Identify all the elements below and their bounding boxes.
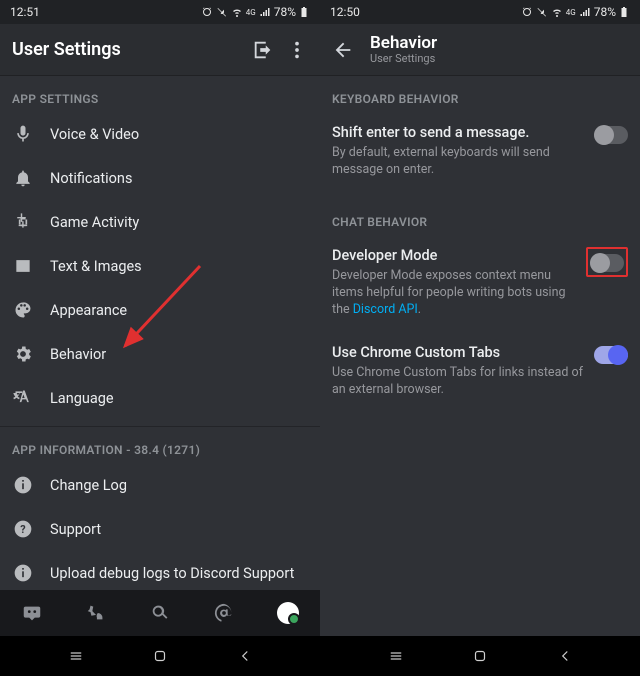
search-icon[interactable] <box>149 602 171 624</box>
toggle-shift-enter[interactable] <box>594 126 628 144</box>
row-label: Voice & Video <box>50 126 139 143</box>
toggle-developer-mode[interactable] <box>590 254 624 272</box>
gear-icon <box>12 343 34 365</box>
recents-button[interactable] <box>67 647 85 665</box>
discord-api-link[interactable]: Discord API <box>353 302 418 317</box>
section-header-chat: CHAT BEHAVIOR <box>320 193 640 235</box>
row-label: Notifications <box>50 170 132 187</box>
row-support[interactable]: ? Support <box>0 507 320 551</box>
bottom-nav <box>0 590 320 636</box>
home-button[interactable] <box>151 647 169 665</box>
section-header-keyboard: KEYBOARD BEHAVIOR <box>320 76 640 112</box>
page-subtitle: User Settings <box>370 52 628 65</box>
wifi-icon <box>231 6 243 18</box>
row-label: Language <box>50 390 114 407</box>
row-voice-video[interactable]: Voice & Video <box>0 112 320 156</box>
status-bar: 12:51 4G 78% <box>0 0 320 24</box>
battery-text: 78% <box>274 5 296 19</box>
alarm-icon <box>521 6 533 18</box>
mentions-icon[interactable] <box>213 602 235 624</box>
status-time: 12:50 <box>330 5 360 19</box>
battery-icon <box>298 6 310 18</box>
battery-indicator: 78% <box>594 5 630 19</box>
setting-desc: Use Chrome Custom Tabs for links instead… <box>332 365 584 399</box>
row-changelog[interactable]: Change Log <box>0 463 320 507</box>
friends-icon[interactable] <box>85 602 107 624</box>
back-button[interactable] <box>556 647 574 665</box>
network-label: 4G <box>566 8 576 17</box>
mute-icon <box>216 6 228 18</box>
gamepad-icon <box>12 211 34 233</box>
back-arrow-icon[interactable] <box>332 39 354 61</box>
status-bar: 12:50 4G 78% <box>320 0 640 24</box>
discord-icon[interactable] <box>21 602 43 624</box>
setting-developer-mode[interactable]: Developer Mode Developer Mode exposes co… <box>320 235 640 333</box>
bell-icon <box>12 167 34 189</box>
system-nav <box>320 636 640 676</box>
status-icons: 4G 78% <box>201 5 310 19</box>
info-icon <box>12 474 34 496</box>
setting-desc: By default, external keyboards will send… <box>332 145 584 179</box>
network-label: 4G <box>246 8 256 17</box>
setting-desc: Developer Mode exposes context menu item… <box>332 268 576 319</box>
status-time: 12:51 <box>10 5 40 19</box>
setting-title: Use Chrome Custom Tabs <box>332 344 584 361</box>
toggle-chrome-tabs[interactable] <box>594 346 628 364</box>
row-label: Change Log <box>50 477 127 494</box>
back-button[interactable] <box>236 647 254 665</box>
titlebar: Behavior User Settings <box>320 24 640 76</box>
alarm-icon <box>201 6 213 18</box>
setting-chrome-tabs[interactable]: Use Chrome Custom Tabs Use Chrome Custom… <box>320 332 640 413</box>
more-icon[interactable] <box>286 39 308 61</box>
right-pane-behavior: 12:50 4G 78% Behavior User Settings KEYB… <box>320 0 640 676</box>
page-title: Behavior <box>370 34 628 53</box>
row-label: Support <box>50 521 101 538</box>
settings-scroll[interactable]: APP SETTINGS Voice & Video Notifications… <box>0 76 320 590</box>
recents-button[interactable] <box>387 647 405 665</box>
system-nav <box>0 636 320 676</box>
row-appearance[interactable]: Appearance <box>0 288 320 332</box>
help-icon: ? <box>12 518 34 540</box>
row-behavior[interactable]: Behavior <box>0 332 320 376</box>
microphone-icon <box>12 123 34 145</box>
setting-shift-enter[interactable]: Shift enter to send a message. By defaul… <box>320 112 640 193</box>
setting-title: Shift enter to send a message. <box>332 124 584 141</box>
battery-text: 78% <box>594 5 616 19</box>
row-label: Text & Images <box>50 258 142 275</box>
row-text-images[interactable]: Text & Images <box>0 244 320 288</box>
row-upload-logs[interactable]: Upload debug logs to Discord Support <box>0 551 320 590</box>
language-icon <box>12 387 34 409</box>
mute-icon <box>536 6 548 18</box>
info-icon <box>12 562 34 584</box>
section-header-app-settings: APP SETTINGS <box>0 76 320 112</box>
page-title: User Settings <box>12 39 240 60</box>
status-icons: 4G 78% <box>521 5 630 19</box>
row-notifications[interactable]: Notifications <box>0 156 320 200</box>
section-header-app-info: APP INFORMATION - 38.4 (1271) <box>0 427 320 463</box>
signal-icon <box>579 6 591 18</box>
row-label: Appearance <box>50 302 127 319</box>
behavior-scroll[interactable]: KEYBOARD BEHAVIOR Shift enter to send a … <box>320 76 640 636</box>
image-icon <box>12 255 34 277</box>
exit-icon[interactable] <box>252 39 274 61</box>
user-avatar[interactable] <box>277 602 299 624</box>
wifi-icon <box>551 6 563 18</box>
battery-indicator: 78% <box>274 5 310 19</box>
left-pane-user-settings: 12:51 4G 78% User Settings APP SETTINGS … <box>0 0 320 676</box>
svg-text:?: ? <box>20 523 25 536</box>
battery-icon <box>618 6 630 18</box>
row-game-activity[interactable]: Game Activity <box>0 200 320 244</box>
titlebar: User Settings <box>0 24 320 76</box>
home-button[interactable] <box>471 647 489 665</box>
annotation-highlight <box>586 247 628 277</box>
row-label: Game Activity <box>50 214 139 231</box>
row-language[interactable]: Language <box>0 376 320 420</box>
row-label: Upload debug logs to Discord Support <box>50 565 294 582</box>
palette-icon <box>12 299 34 321</box>
setting-title: Developer Mode <box>332 247 576 264</box>
signal-icon <box>259 6 271 18</box>
row-label: Behavior <box>50 346 106 363</box>
